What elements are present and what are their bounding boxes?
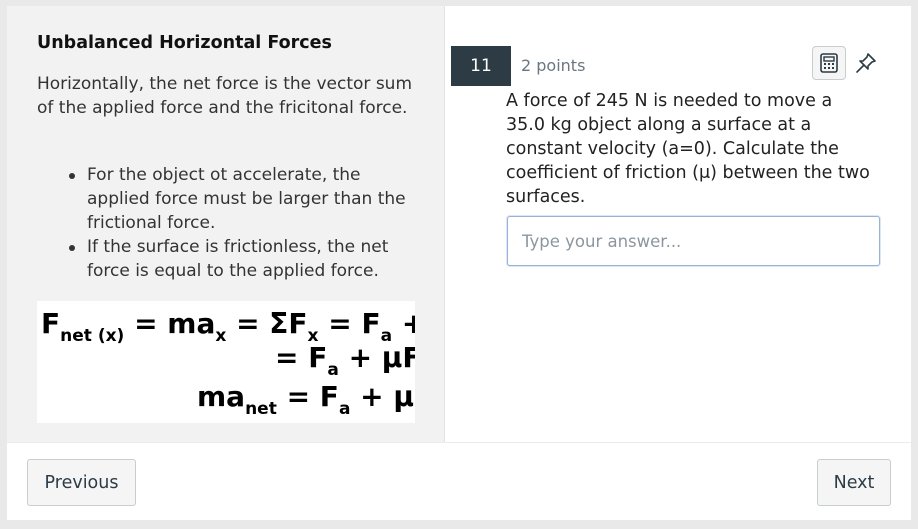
pin-button[interactable] [851,48,881,78]
previous-button[interactable]: Previous [27,459,136,506]
question-number: 11 [451,46,511,86]
lesson-title: Unbalanced Horizontal Forces [37,33,332,53]
lesson-bullet: If the surface is frictionless, the net … [67,235,419,283]
question-panel: 11 2 points A force of 245 N is needed t… [445,6,911,442]
lesson-panel: Unbalanced Horizontal Forces Horizontall… [7,6,445,442]
calculator-button[interactable] [812,46,846,80]
lesson-intro: Horizontally, the net force is the vecto… [37,74,413,118]
question-points: 2 points [521,56,586,75]
answer-input[interactable] [507,216,880,266]
next-button[interactable]: Next [817,459,891,506]
calculator-icon [820,53,838,73]
lesson-bullets: For the object ot accelerate, the applie… [67,163,419,283]
formula-line-2: = Fa + μFN [275,341,415,380]
formula-image: Fnet (x) = max = ΣFx = Fa + Ff = Fa + μF… [37,301,415,423]
formula-svg: Fnet (x) = max = ΣFx = Fa + Ff = Fa + μF… [41,307,415,419]
question-text: A force of 245 N is needed to move a 35.… [506,91,870,207]
navigation-footer: Previous Next [7,442,911,520]
formula-line-3: manet = Fa + μmg [197,380,415,419]
quiz-card: Unbalanced Horizontal Forces Horizontall… [7,6,911,520]
lesson-bullet: For the object ot accelerate, the applie… [67,163,419,235]
pin-icon [856,53,876,73]
